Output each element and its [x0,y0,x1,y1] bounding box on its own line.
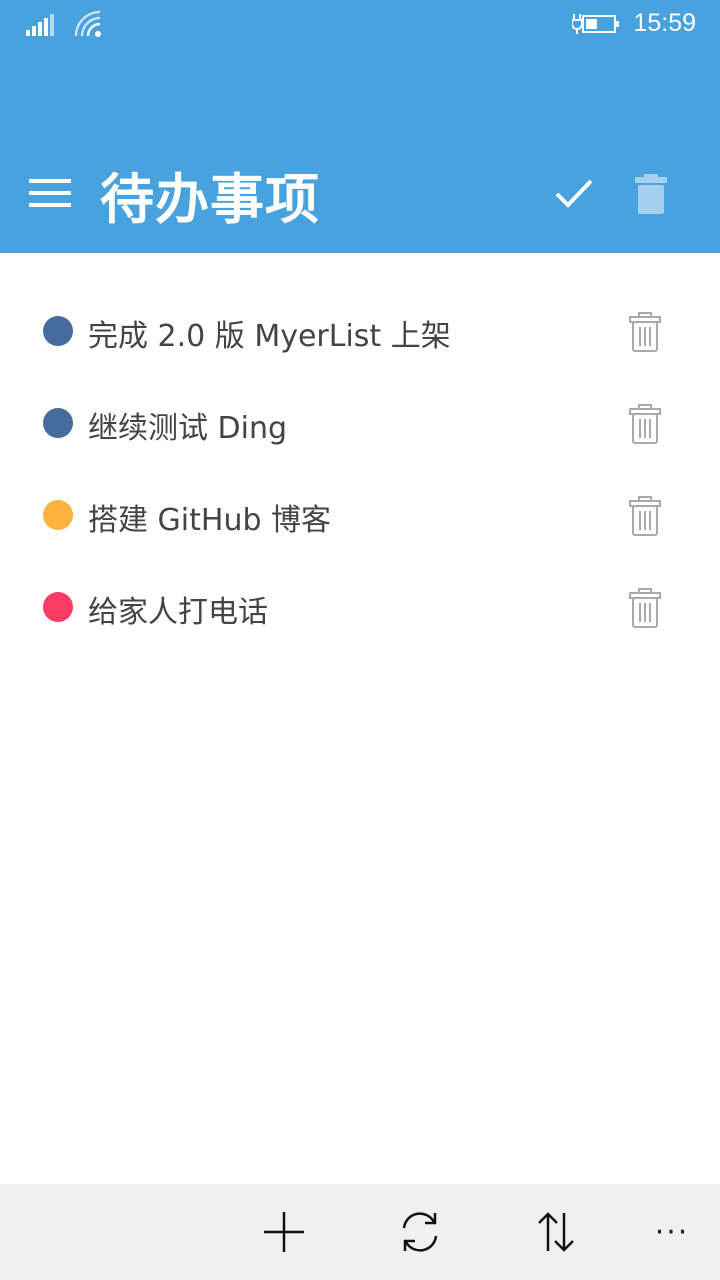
plus-icon [264,1212,304,1252]
todo-list: 完成 2.0 版 MyerList 上架 继续测试 Ding 搭建 GitHub… [0,285,720,653]
trash-icon [629,312,661,352]
todo-item[interactable]: 完成 2.0 版 MyerList 上架 [0,285,720,377]
todo-delete-button[interactable] [620,583,670,633]
add-button[interactable] [256,1204,312,1260]
category-dot [43,500,73,530]
todo-item[interactable]: 搭建 GitHub 博客 [0,469,720,561]
category-dot [43,408,73,438]
trash-icon [629,404,661,444]
sort-button[interactable] [528,1204,584,1260]
status-time: 15:59 [633,9,696,37]
todo-delete-button[interactable] [620,307,670,357]
todo-text: 给家人打电话 [88,595,268,630]
more-options-button[interactable]: ··· [644,1204,700,1260]
hamburger-menu-icon [29,179,71,207]
todo-text: 继续测试 Ding [88,411,288,446]
mark-done-button[interactable] [544,164,604,224]
category-dot [43,316,73,346]
status-bar: 15:59 [0,0,720,50]
trash-icon [629,588,661,628]
battery-charging-icon [572,14,619,34]
todo-item[interactable]: 继续测试 Ding [0,377,720,469]
sort-icon [538,1212,574,1252]
todo-text: 搭建 GitHub 博客 [88,503,332,538]
page-title: 待办事项 [100,168,320,231]
category-dot [43,592,73,622]
todo-delete-button[interactable] [620,491,670,541]
sync-button[interactable] [392,1204,448,1260]
todo-text: 完成 2.0 版 MyerList 上架 [88,319,451,354]
todo-item[interactable]: 给家人打电话 [0,561,720,653]
todo-delete-button[interactable] [620,399,670,449]
bottom-app-bar: ··· [0,1184,720,1280]
trash-icon [635,174,667,214]
title-header: 15:59 待办事项 [0,0,720,253]
cellular-signal-icon [26,14,54,36]
delete-button[interactable] [622,164,680,224]
sync-icon [402,1212,438,1252]
wifi-icon [74,10,101,37]
check-icon [555,179,593,208]
trash-icon [629,496,661,536]
hamburger-menu-button[interactable] [20,168,80,218]
